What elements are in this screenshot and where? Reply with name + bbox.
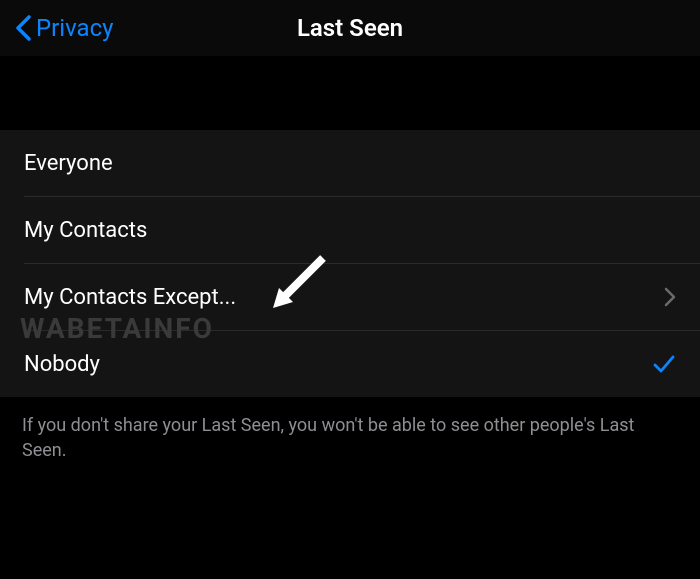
option-label: Everyone [24, 151, 113, 176]
back-button[interactable]: Privacy [14, 14, 114, 42]
option-my-contacts[interactable]: My Contacts [0, 197, 700, 263]
back-label: Privacy [36, 14, 114, 42]
option-my-contacts-except[interactable]: My Contacts Except... [0, 264, 700, 330]
page-title: Last Seen [297, 14, 403, 42]
option-label: My Contacts [24, 218, 147, 243]
navigation-bar: Privacy Last Seen [0, 0, 700, 56]
chevron-left-icon [14, 14, 32, 42]
options-list: Everyone My Contacts My Contacts Except.… [0, 130, 700, 397]
option-label: Nobody [24, 352, 100, 377]
chevron-right-icon [664, 287, 676, 307]
option-label: My Contacts Except... [24, 285, 236, 310]
checkmark-icon [652, 352, 676, 376]
spacer [0, 56, 700, 130]
option-everyone[interactable]: Everyone [0, 130, 700, 196]
option-nobody[interactable]: Nobody [0, 331, 700, 397]
footer-explanation: If you don't share your Last Seen, you w… [0, 397, 700, 479]
